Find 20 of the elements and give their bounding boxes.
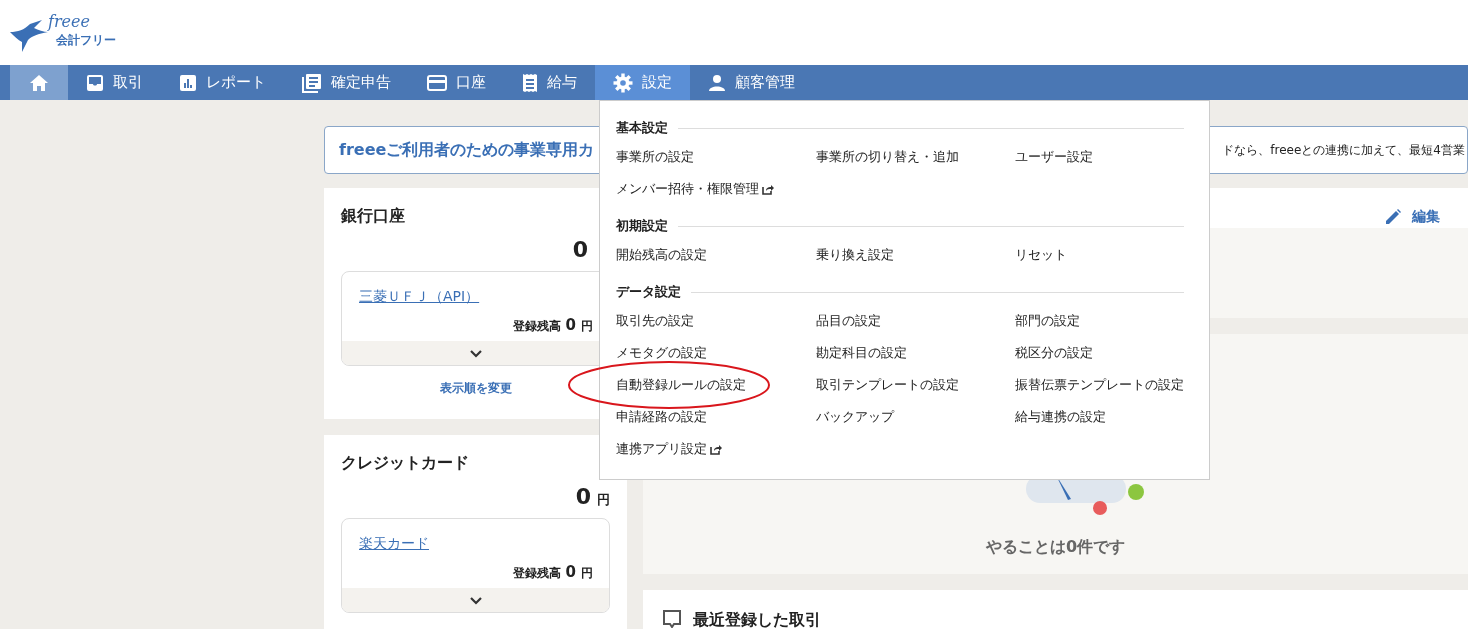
card-title: クレジットカード: [341, 453, 470, 474]
logo-wordmark: freee: [48, 13, 91, 30]
section-heading: 基本設定: [616, 119, 668, 137]
section-heading: データ設定: [616, 283, 681, 301]
balance-label: 登録残高: [512, 565, 561, 582]
total-amount: 0: [575, 484, 591, 509]
currency-unit: 円: [581, 318, 593, 335]
currency-unit: 円: [581, 565, 593, 582]
card-title: 銀行口座: [341, 206, 406, 227]
banner-text: ドなら、freeeとの連携に加えて、最短4営業: [1222, 141, 1466, 159]
section-heading: 初期設定: [616, 217, 668, 235]
balance-label: 登録残高: [512, 318, 561, 335]
currency-unit: 円: [597, 491, 610, 509]
product-name: 会計フリー: [56, 31, 116, 49]
balance-amount: 0: [565, 316, 576, 334]
card-title: 最近登録した取引: [693, 610, 821, 629]
todo-message: やることは0件です: [985, 537, 1126, 558]
total-amount: 0: [572, 237, 588, 262]
banner-title: freeeご利用者のための事業専用カ: [339, 139, 595, 161]
balance-amount: 0: [565, 563, 576, 581]
